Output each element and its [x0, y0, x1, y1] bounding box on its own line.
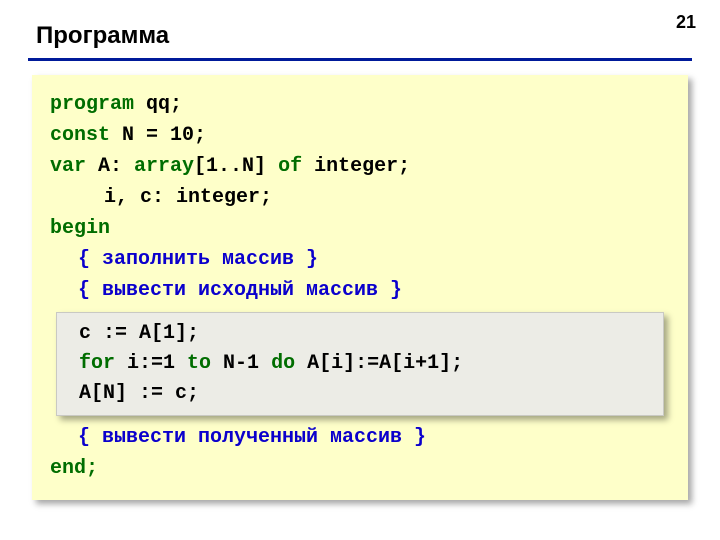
- code-block: program qq; const N = 10; var A: array[1…: [32, 75, 688, 500]
- inner-code-box: c := A[1]; for i:=1 to N-1 do A[i]:=A[i+…: [56, 312, 664, 416]
- kw-of: of: [278, 155, 302, 178]
- kw-var: var: [50, 155, 86, 178]
- code-text: i:=1: [115, 352, 187, 375]
- code-line: program qq;: [50, 89, 670, 120]
- code-line: for i:=1 to N-1 do A[i]:=A[i+1];: [79, 349, 649, 379]
- code-text: N = 10;: [110, 124, 206, 147]
- code-text: qq;: [134, 93, 182, 116]
- kw-program: program: [50, 93, 134, 116]
- code-comment: { заполнить массив }: [50, 244, 670, 275]
- code-comment: { вывести полученный массив }: [50, 422, 670, 453]
- code-text: integer;: [302, 155, 410, 178]
- code-line: begin: [50, 213, 670, 244]
- code-line: A[N] := c;: [79, 379, 649, 409]
- kw-array: array: [134, 155, 194, 178]
- kw-for: for: [79, 352, 115, 375]
- slide-title: Программа: [0, 0, 720, 50]
- code-line: end;: [50, 453, 670, 484]
- code-comment: { вывести исходный массив }: [50, 275, 670, 306]
- code-text: A[i]:=A[i+1];: [295, 352, 463, 375]
- title-underline: [28, 58, 692, 61]
- code-line: i, c: integer;: [50, 182, 670, 213]
- kw-begin: begin: [50, 217, 110, 240]
- kw-const: const: [50, 124, 110, 147]
- kw-end: end;: [50, 457, 98, 480]
- code-line: var A: array[1..N] of integer;: [50, 151, 670, 182]
- code-text: A:: [86, 155, 134, 178]
- code-text: [1..N]: [194, 155, 278, 178]
- code-line: const N = 10;: [50, 120, 670, 151]
- code-line: c := A[1];: [79, 319, 649, 349]
- kw-do: do: [271, 352, 295, 375]
- page-number: 21: [676, 12, 696, 33]
- code-text: N-1: [211, 352, 271, 375]
- kw-to: to: [187, 352, 211, 375]
